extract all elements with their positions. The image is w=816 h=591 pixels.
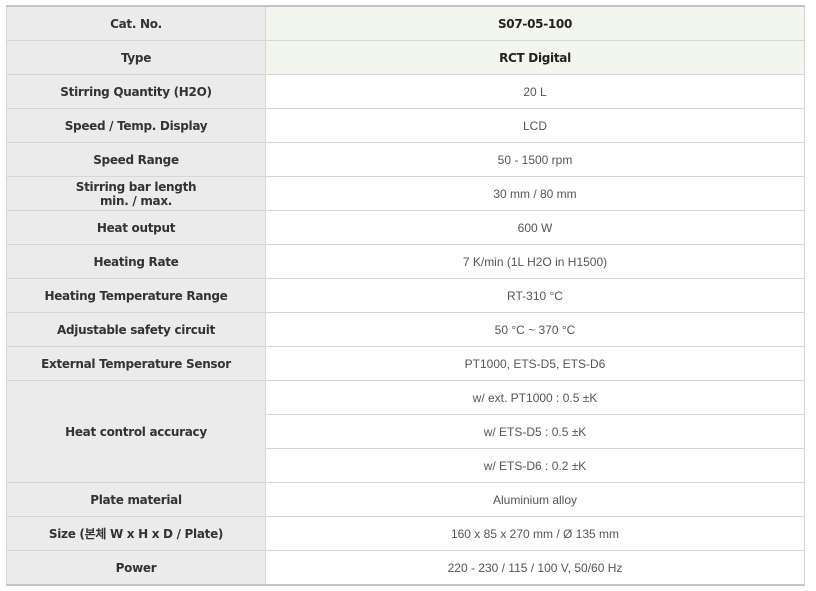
row-label: Heat output xyxy=(6,210,266,245)
row-label: Type xyxy=(6,40,266,75)
table-row: Heat output 600 W xyxy=(6,210,805,245)
row-label: Adjustable safety circuit xyxy=(6,312,266,347)
row-value: PT1000, ETS-D5, ETS-D6 xyxy=(265,346,805,381)
table-row: Heating Temperature Range RT-310 °C xyxy=(6,278,805,313)
row-label-line2: min. / max. xyxy=(99,193,173,208)
table-row: Adjustable safety circuit 50 °C ~ 370 °C xyxy=(6,312,805,347)
table-row: Stirring bar length min. / max. 30 mm / … xyxy=(6,176,805,211)
row-value: 160 x 85 x 270 mm / Ø 135 mm xyxy=(265,516,805,551)
row-label: Heating Rate xyxy=(6,244,266,279)
row-label: External Temperature Sensor xyxy=(6,346,266,381)
row-label: Size (본체 W x H x D / Plate) xyxy=(6,516,266,551)
row-value: Aluminium alloy xyxy=(265,482,805,517)
row-value: w/ ETS-D5 : 0.5 ±K xyxy=(265,414,805,449)
row-label: Speed / Temp. Display xyxy=(6,108,266,143)
row-value: 50 - 1500 rpm xyxy=(265,142,805,177)
table-row: External Temperature Sensor PT1000, ETS-… xyxy=(6,346,805,381)
table-row: Speed Range 50 - 1500 rpm xyxy=(6,142,805,177)
row-label: Stirring bar length min. / max. xyxy=(6,176,266,211)
row-label-line1: Stirring bar length xyxy=(75,179,197,194)
row-label: Heating Temperature Range xyxy=(6,278,266,313)
row-value: S07-05-100 xyxy=(265,5,805,41)
table-row: Speed / Temp. Display LCD xyxy=(6,108,805,143)
table-row: Stirring Quantity (H2O) 20 L xyxy=(6,74,805,109)
spec-table: Cat. No. S07-05-100 Type RCT Digital Sti… xyxy=(6,5,805,586)
table-row: Size (본체 W x H x D / Plate) 160 x 85 x 2… xyxy=(6,516,805,551)
table-row: Heat control accuracy w/ ext. PT1000 : 0… xyxy=(6,380,805,483)
row-label: Power xyxy=(6,550,266,586)
row-value: 220 - 230 / 115 / 100 V, 50/60 Hz xyxy=(265,550,805,586)
row-label: Stirring Quantity (H2O) xyxy=(6,74,266,109)
row-label: Plate material xyxy=(6,482,266,517)
row-value: 20 L xyxy=(265,74,805,109)
table-row: Plate material Aluminium alloy xyxy=(6,482,805,517)
table-row: Type RCT Digital xyxy=(6,40,805,75)
row-value: RT-310 °C xyxy=(265,278,805,313)
row-label: Speed Range xyxy=(6,142,266,177)
row-value: RCT Digital xyxy=(265,40,805,75)
table-row: Cat. No. S07-05-100 xyxy=(6,5,805,41)
row-value: w/ ext. PT1000 : 0.5 ±K xyxy=(265,380,805,415)
row-value: 600 W xyxy=(265,210,805,245)
row-value: 30 mm / 80 mm xyxy=(265,176,805,211)
table-row: Power 220 - 230 / 115 / 100 V, 50/60 Hz xyxy=(6,550,805,586)
row-value: w/ ETS-D6 : 0.2 ±K xyxy=(265,448,805,483)
row-label: Cat. No. xyxy=(6,5,266,41)
row-value: 50 °C ~ 370 °C xyxy=(265,312,805,347)
row-label: Heat control accuracy xyxy=(6,380,266,483)
row-value: LCD xyxy=(265,108,805,143)
table-row: Heating Rate 7 K/min (1L H2O in H1500) xyxy=(6,244,805,279)
row-value: 7 K/min (1L H2O in H1500) xyxy=(265,244,805,279)
